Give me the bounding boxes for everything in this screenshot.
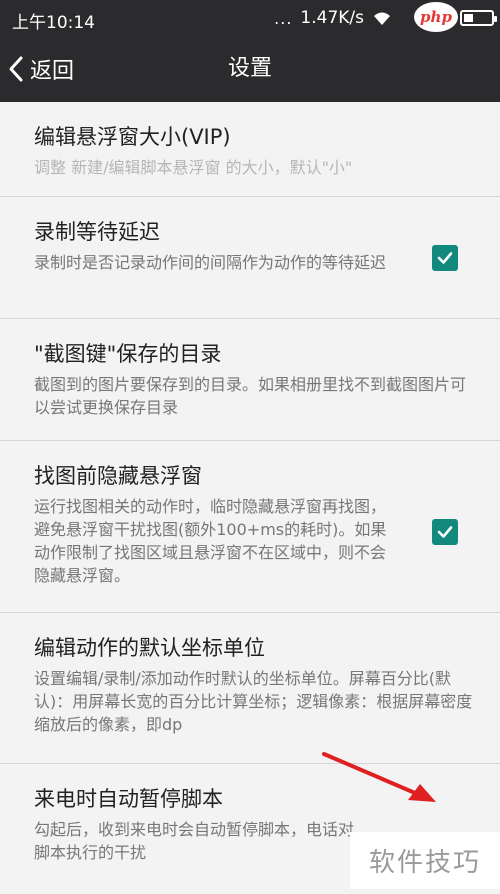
page-title: 设置 xyxy=(227,56,272,81)
network-speed: 1.47K/s xyxy=(300,8,364,28)
setting-title: 编辑动作的默认坐标单位 xyxy=(34,636,265,660)
back-button[interactable]: 返回 xyxy=(6,36,74,102)
setting-description: 勾起后，收到来电时会自动暂停脚本，电话对脚本执行的干扰 xyxy=(34,820,355,862)
chevron-left-icon xyxy=(9,56,23,82)
setting-hide-floating-window[interactable]: 找图前隐藏悬浮窗 运行找图相关的动作时，临时隐藏悬浮窗再找图，避免悬浮窗干扰找图… xyxy=(0,441,500,613)
setting-description: 录制时是否记录动作间的间隔作为动作的等待延迟 xyxy=(34,253,387,272)
signal-dots: ... xyxy=(274,8,293,28)
setting-record-delay[interactable]: 录制等待延迟 录制时是否记录动作间的间隔作为动作的等待延迟 xyxy=(0,197,500,319)
status-indicators: ... 1.47K/s xyxy=(274,8,497,28)
wifi-icon xyxy=(374,12,390,25)
setting-title: 录制等待延迟 xyxy=(34,220,160,244)
setting-description: 截图到的图片要保存到的目录。如果相册里找不到截图图片可以尝试更换保存目录 xyxy=(34,375,467,417)
setting-floating-window-size[interactable]: 编辑悬浮窗大小(VIP) 调整 新建/编辑脚本悬浮窗 的大小，默认"小" xyxy=(0,102,500,197)
title-bar: 返回 设置 xyxy=(0,36,500,102)
status-time: 上午10:14 xyxy=(12,13,95,33)
php-badge-text: php xyxy=(420,8,452,26)
check-icon xyxy=(437,252,453,264)
setting-title: 编辑悬浮窗大小(VIP) xyxy=(34,125,231,149)
watermark: 软件技巧 xyxy=(350,832,500,889)
setting-title: "截图键"保存的目录 xyxy=(34,342,222,366)
battery-icon xyxy=(460,10,497,26)
hide-floating-window-checkbox[interactable] xyxy=(432,519,458,545)
php-logo: php xyxy=(414,2,458,32)
setting-description: 设置编辑/录制/添加动作时默认的坐标单位。屏幕百分比(默认)：用屏幕长宽的百分比… xyxy=(34,669,473,734)
setting-title: 来电时自动暂停脚本 xyxy=(34,787,223,811)
setting-coordinate-unit[interactable]: 编辑动作的默认坐标单位 设置编辑/录制/添加动作时默认的坐标单位。屏幕百分比(默… xyxy=(0,613,500,764)
setting-description: 调整 新建/编辑脚本悬浮窗 的大小，默认"小" xyxy=(34,158,353,177)
status-bar: 上午10:14 ... 1.47K/s php xyxy=(0,0,500,36)
record-delay-checkbox[interactable] xyxy=(432,245,458,271)
settings-list: 编辑悬浮窗大小(VIP) 调整 新建/编辑脚本悬浮窗 的大小，默认"小" 录制等… xyxy=(0,102,500,894)
setting-title: 找图前隐藏悬浮窗 xyxy=(34,464,202,488)
setting-description: 运行找图相关的动作时，临时隐藏悬浮窗再找图，避免悬浮窗干扰找图(额外100+ms… xyxy=(34,497,387,585)
check-icon xyxy=(437,526,453,538)
setting-screenshot-directory[interactable]: "截图键"保存的目录 截图到的图片要保存到的目录。如果相册里找不到截图图片可以尝… xyxy=(0,319,500,441)
back-label: 返回 xyxy=(30,59,75,84)
